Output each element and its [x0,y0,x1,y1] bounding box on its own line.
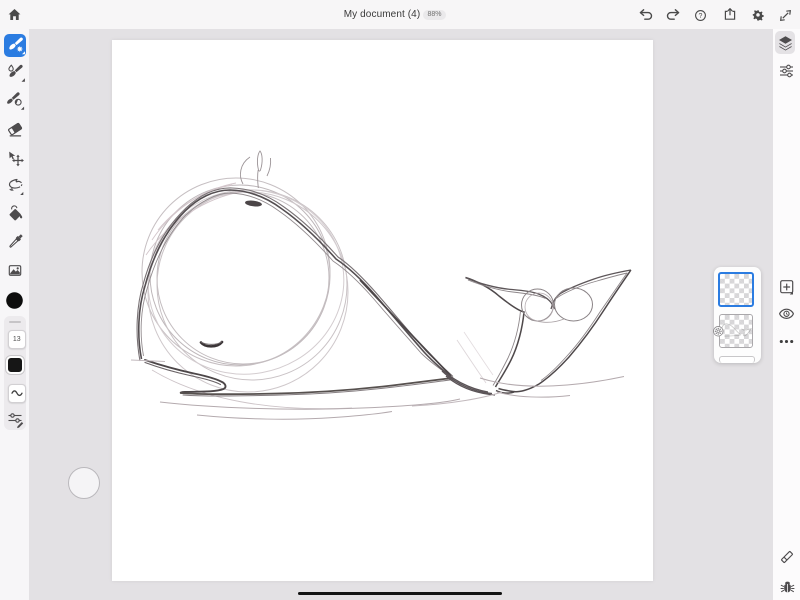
svg-text:?: ? [699,13,703,20]
